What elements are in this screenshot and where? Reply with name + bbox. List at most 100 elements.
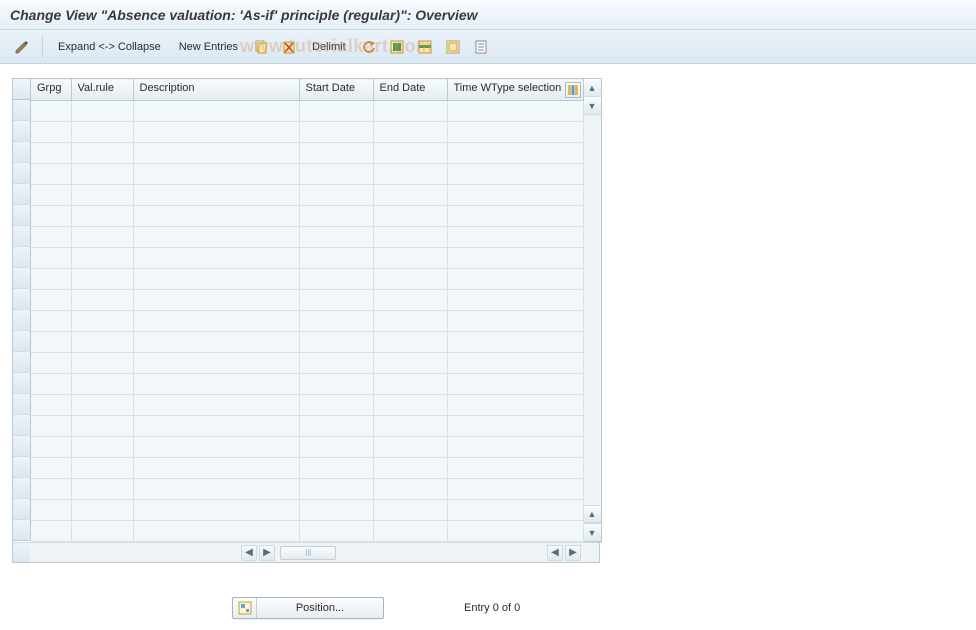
cell-valrule[interactable]	[71, 521, 133, 542]
cell-grpg[interactable]	[31, 437, 71, 458]
scroll-up2-icon[interactable]: ▲	[584, 505, 601, 523]
row-selector[interactable]	[13, 373, 31, 394]
cell-grpg[interactable]	[31, 458, 71, 479]
table-row[interactable]	[31, 416, 583, 437]
cell-description[interactable]	[133, 416, 299, 437]
cell-start_date[interactable]	[299, 479, 373, 500]
vertical-scrollbar[interactable]: ▲ ▼ ▲ ▼	[584, 78, 602, 542]
cell-grpg[interactable]	[31, 416, 71, 437]
column-header-description[interactable]: Description	[133, 79, 299, 101]
cell-description[interactable]	[133, 437, 299, 458]
cell-valrule[interactable]	[71, 500, 133, 521]
cell-description[interactable]	[133, 311, 299, 332]
delete-icon[interactable]	[277, 36, 301, 58]
cell-end_date[interactable]	[373, 479, 447, 500]
cell-valrule[interactable]	[71, 290, 133, 311]
cell-valrule[interactable]	[71, 101, 133, 122]
table-row[interactable]	[31, 164, 583, 185]
cell-start_date[interactable]	[299, 374, 373, 395]
cell-end_date[interactable]	[373, 227, 447, 248]
cell-grpg[interactable]	[31, 479, 71, 500]
cell-start_date[interactable]	[299, 269, 373, 290]
cell-description[interactable]	[133, 395, 299, 416]
delimit-button[interactable]: Delimit	[305, 36, 353, 58]
cell-grpg[interactable]	[31, 185, 71, 206]
position-button[interactable]: Position...	[232, 597, 384, 619]
cell-time_wtype[interactable]	[447, 269, 583, 290]
table-row[interactable]	[31, 437, 583, 458]
row-selector[interactable]	[13, 394, 31, 415]
cell-valrule[interactable]	[71, 311, 133, 332]
cell-start_date[interactable]	[299, 248, 373, 269]
cell-description[interactable]	[133, 479, 299, 500]
cell-grpg[interactable]	[31, 248, 71, 269]
table-settings-icon[interactable]	[565, 82, 581, 98]
hscroll-right-icon[interactable]: ▶	[259, 545, 275, 561]
cell-start_date[interactable]	[299, 143, 373, 164]
cell-time_wtype[interactable]	[447, 332, 583, 353]
hscroll-left-icon[interactable]: ◀	[241, 545, 257, 561]
cell-end_date[interactable]	[373, 521, 447, 542]
table-row[interactable]	[31, 458, 583, 479]
table-row[interactable]	[31, 143, 583, 164]
cell-start_date[interactable]	[299, 416, 373, 437]
cell-time_wtype[interactable]	[447, 311, 583, 332]
cell-description[interactable]	[133, 122, 299, 143]
cell-grpg[interactable]	[31, 332, 71, 353]
cell-time_wtype[interactable]	[447, 290, 583, 311]
cell-valrule[interactable]	[71, 437, 133, 458]
cell-valrule[interactable]	[71, 353, 133, 374]
cell-valrule[interactable]	[71, 479, 133, 500]
row-selector[interactable]	[13, 436, 31, 457]
cell-start_date[interactable]	[299, 332, 373, 353]
cell-grpg[interactable]	[31, 521, 71, 542]
cell-description[interactable]	[133, 290, 299, 311]
cell-grpg[interactable]	[31, 290, 71, 311]
cell-description[interactable]	[133, 164, 299, 185]
cell-end_date[interactable]	[373, 332, 447, 353]
row-selector[interactable]	[13, 415, 31, 436]
cell-valrule[interactable]	[71, 143, 133, 164]
hscroll-track[interactable]: ◀▶◀▶	[30, 543, 582, 563]
cell-time_wtype[interactable]	[447, 122, 583, 143]
cell-description[interactable]	[133, 185, 299, 206]
cell-description[interactable]	[133, 332, 299, 353]
row-selector[interactable]	[13, 310, 31, 331]
cell-time_wtype[interactable]	[447, 164, 583, 185]
cell-time_wtype[interactable]	[447, 395, 583, 416]
cell-valrule[interactable]	[71, 269, 133, 290]
cell-end_date[interactable]	[373, 416, 447, 437]
cell-valrule[interactable]	[71, 185, 133, 206]
table-row[interactable]	[31, 206, 583, 227]
cell-description[interactable]	[133, 248, 299, 269]
cell-start_date[interactable]	[299, 395, 373, 416]
cell-time_wtype[interactable]	[447, 101, 583, 122]
cell-grpg[interactable]	[31, 395, 71, 416]
cell-time_wtype[interactable]	[447, 143, 583, 164]
cell-time_wtype[interactable]	[447, 374, 583, 395]
cell-end_date[interactable]	[373, 458, 447, 479]
select-block-icon[interactable]	[413, 36, 437, 58]
table-row[interactable]	[31, 248, 583, 269]
cell-start_date[interactable]	[299, 521, 373, 542]
table-row[interactable]	[31, 290, 583, 311]
cell-start_date[interactable]	[299, 185, 373, 206]
column-header-grpg[interactable]: Grpg	[31, 79, 71, 101]
column-header-start_date[interactable]: Start Date	[299, 79, 373, 101]
cell-time_wtype[interactable]	[447, 227, 583, 248]
cell-valrule[interactable]	[71, 227, 133, 248]
print-icon[interactable]	[469, 36, 493, 58]
table-row[interactable]	[31, 311, 583, 332]
cell-start_date[interactable]	[299, 206, 373, 227]
cell-time_wtype[interactable]	[447, 416, 583, 437]
scroll-up-icon[interactable]: ▲	[584, 79, 601, 97]
cell-description[interactable]	[133, 227, 299, 248]
row-selector[interactable]	[13, 163, 31, 184]
scroll-down-icon[interactable]: ▼	[584, 97, 601, 115]
cell-time_wtype[interactable]	[447, 458, 583, 479]
hscroll-thumb[interactable]	[280, 546, 336, 560]
cell-grpg[interactable]	[31, 227, 71, 248]
expand-collapse-button[interactable]: Expand <-> Collapse	[51, 36, 168, 58]
scroll-down2-icon[interactable]: ▼	[584, 523, 601, 541]
row-selector[interactable]	[13, 205, 31, 226]
